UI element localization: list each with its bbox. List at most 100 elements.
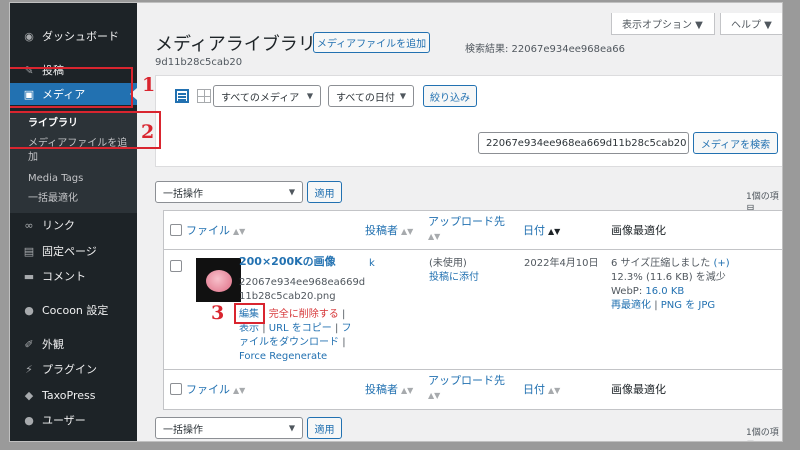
- list-view-icon[interactable]: [175, 89, 189, 103]
- sidebar-item-pages[interactable]: ▤ 固定ページ: [10, 240, 137, 262]
- sidebar-item-label: ユーザー: [42, 414, 86, 427]
- download-link[interactable]: フ: [342, 323, 352, 334]
- sort-icon: ▲▼: [233, 227, 246, 236]
- help-button[interactable]: ヘルプ ▼: [720, 13, 782, 35]
- separator: |: [341, 309, 346, 320]
- comment-icon: ▬: [23, 269, 35, 283]
- attach-link[interactable]: 投稿に添付: [429, 271, 479, 285]
- opt-actions: 再最適化 | PNG を JPG: [611, 299, 715, 313]
- items-count-bottom: 1個の項目: [746, 428, 779, 438]
- sidebar-item-label: リンク: [42, 219, 75, 232]
- table-divider: [164, 249, 782, 250]
- column-date[interactable]: 日付 ▲▼: [523, 222, 560, 238]
- column-date-bottom[interactable]: 日付 ▲▼: [523, 381, 560, 397]
- author-link[interactable]: k: [369, 257, 375, 271]
- page-icon: ▤: [23, 244, 35, 258]
- separator: |: [342, 337, 346, 348]
- select-all-checkbox-bottom[interactable]: [170, 383, 182, 395]
- opt-summary-text: 6 サイズ圧縮しました: [611, 258, 711, 269]
- media-type-value: すべてのメディア: [221, 92, 300, 104]
- taxopress-icon: ◆: [24, 388, 34, 402]
- link-icon: ∞: [24, 218, 34, 232]
- reoptimize-link[interactable]: 再最適化: [611, 300, 651, 311]
- sidebar-item-appearance[interactable]: ✐ 外観: [10, 333, 137, 355]
- png-to-jpg-link[interactable]: PNG を JPG: [661, 300, 715, 311]
- column-file-label: ファイル: [186, 383, 230, 396]
- column-uploaded-to-label: アップロード先: [428, 215, 505, 228]
- column-author-label: 投稿者: [365, 224, 398, 237]
- download-link-cont[interactable]: ァイルをダウンロード: [239, 337, 339, 348]
- brush-icon: ✐: [24, 337, 34, 351]
- opt-expand-link[interactable]: (+): [713, 258, 729, 269]
- sidebar-item-links[interactable]: ∞ リンク: [10, 214, 137, 236]
- opt-reduction: 12.3% (11.6 KB) を減少: [611, 272, 726, 283]
- sidebar-item-plugins[interactable]: ⚡ プラグイン: [10, 358, 137, 380]
- bulk-action-select[interactable]: 一括操作 ▼: [155, 181, 303, 203]
- sidebar-item-cocoon[interactable]: ● Cocoon 設定: [10, 299, 137, 321]
- plugin-icon: ⚡: [25, 362, 33, 376]
- apply-button[interactable]: 適用: [307, 181, 342, 203]
- row-actions-line2: 表示 | URL をコピー | フ: [239, 322, 352, 336]
- force-regenerate-link[interactable]: Force Regenerate: [239, 351, 327, 362]
- callout-box-1: [10, 67, 133, 108]
- column-uploaded-to-bottom[interactable]: アップロード先 ▲▼: [428, 374, 508, 403]
- media-thumbnail[interactable]: [196, 258, 241, 302]
- callout-number-1: 1: [142, 74, 156, 96]
- media-filename-cont: 11b28c5cab20.png: [239, 291, 336, 302]
- column-author-label: 投稿者: [365, 383, 398, 396]
- opt-webp: WebP: 16.0 KB: [611, 285, 684, 299]
- submenu-bulk-optimize[interactable]: 一括最適化: [28, 192, 132, 205]
- column-file[interactable]: ファイル ▲▼: [186, 222, 245, 238]
- sidebar-item-label: 固定ページ: [42, 245, 97, 258]
- column-date-label: 日付: [523, 383, 545, 396]
- apply-button-bottom[interactable]: 適用: [307, 417, 342, 439]
- delete-permanently-link[interactable]: 完全に削除する: [269, 309, 339, 320]
- sidebar-item-label: ダッシュボード: [42, 30, 119, 43]
- select-all-checkbox[interactable]: [170, 224, 182, 236]
- dashboard-icon: ◉: [24, 29, 34, 43]
- sidebar-item-dashboard[interactable]: ◉ ダッシュボード: [10, 25, 137, 47]
- chevron-down-icon: ▼: [288, 423, 295, 433]
- media-search-input[interactable]: 22067e934ee968ea669d11b28c5cab20: [478, 132, 689, 154]
- view-link[interactable]: 表示: [239, 323, 259, 334]
- media-search-button[interactable]: メディアを検索: [693, 132, 778, 154]
- date-value: すべての日付: [336, 92, 395, 104]
- opt-summary: 6 サイズ圧縮しました (+): [611, 257, 730, 271]
- chevron-down-icon: ▼: [288, 187, 295, 197]
- bulk-action-select-bottom[interactable]: 一括操作 ▼: [155, 417, 303, 439]
- webp-size-link[interactable]: 16.0 KB: [645, 286, 684, 297]
- upload-to-unused: (未使用): [429, 258, 467, 269]
- media-title-link[interactable]: 200×200Kの画像: [239, 255, 336, 269]
- column-author-bottom[interactable]: 投稿者 ▲▼: [365, 381, 413, 397]
- copy-url-link[interactable]: URL をコピー: [269, 323, 332, 334]
- media-filename: 22067e934ee968ea669d: [239, 277, 366, 288]
- add-media-button[interactable]: メディアファイルを追加: [313, 32, 430, 53]
- row-actions-line3: ァイルをダウンロード |: [239, 336, 346, 350]
- sidebar-item-users[interactable]: ● ユーザー: [10, 409, 137, 431]
- date-select[interactable]: すべての日付 ▼: [328, 85, 414, 107]
- column-author[interactable]: 投稿者 ▲▼: [365, 222, 413, 238]
- grid-view-icon[interactable]: [197, 89, 211, 103]
- webp-label: WebP:: [611, 286, 643, 297]
- column-uploaded-to[interactable]: アップロード先 ▲▼: [428, 215, 508, 244]
- page-title: メディアライブラリ: [155, 34, 316, 55]
- submenu-add-new-cont[interactable]: 加: [28, 151, 132, 164]
- sidebar-item-label: 外観: [42, 338, 64, 351]
- column-file-bottom[interactable]: ファイル ▲▼: [186, 381, 245, 397]
- column-image-optimize: 画像最適化: [611, 224, 666, 237]
- sidebar-item-taxopress[interactable]: ◆ TaxoPress: [10, 384, 137, 406]
- callout-box-3: [234, 303, 265, 324]
- filter-button[interactable]: 絞り込み: [423, 85, 477, 107]
- sidebar-item-label: TaxoPress: [42, 388, 96, 402]
- sort-icon: ▲▼: [548, 386, 561, 395]
- upload-date: 2022年4月10日: [524, 258, 599, 269]
- row-actions-line4: Force Regenerate: [239, 350, 327, 364]
- column-file-label: ファイル: [186, 224, 230, 237]
- sidebar-item-comments[interactable]: ▬ コメント: [10, 265, 137, 287]
- sort-icon: ▲▼: [428, 391, 441, 400]
- media-type-select[interactable]: すべてのメディア ▼: [213, 85, 321, 107]
- submenu-media-tags[interactable]: Media Tags: [28, 172, 132, 185]
- row-checkbox[interactable]: [170, 260, 182, 272]
- table-divider: [164, 369, 782, 370]
- screen-options-button[interactable]: 表示オプション ▼: [611, 13, 715, 35]
